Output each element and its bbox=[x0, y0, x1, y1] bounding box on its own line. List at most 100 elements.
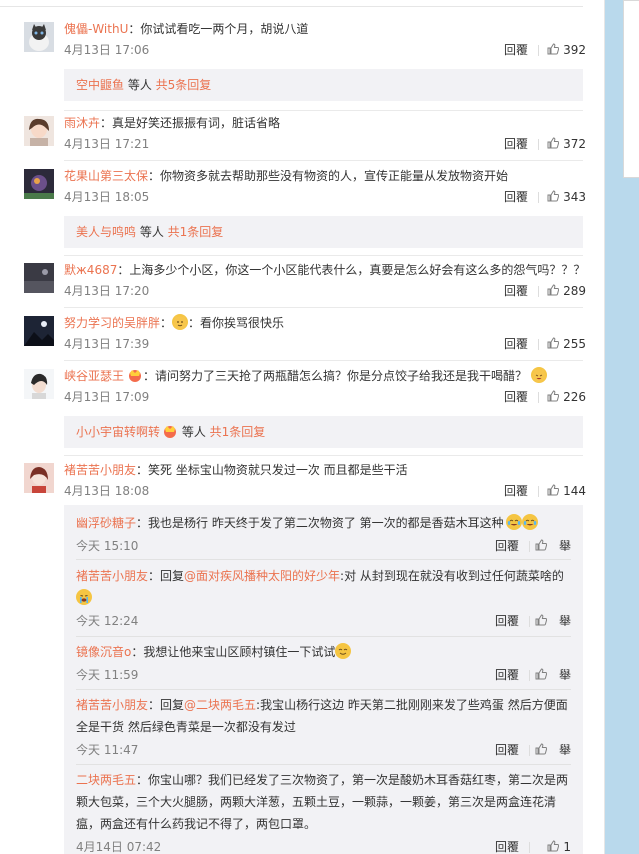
comment-body: ：你物资多就去帮助那些没有物资的人，宣传正能量从发放物资开始 bbox=[148, 169, 509, 183]
more-replies-count[interactable]: 共1条回复 bbox=[210, 425, 266, 439]
comment-body: ：请问努力了三天抢了两瓶醋怎么搞？你是分点饺子给我还是我干喝醋？ bbox=[143, 369, 528, 383]
username-link[interactable]: 努力学习的吴胖胖 bbox=[64, 316, 160, 330]
separator bbox=[538, 45, 539, 56]
comment-time: 4月13日 17:06 bbox=[64, 43, 150, 57]
sub-reply-time: 今天 15:10 bbox=[76, 539, 139, 553]
comment-body: ：上海多少个小区，你这一个小区能代表什么，真要是怎么好会有这么多的怨气吗？？？ bbox=[117, 263, 586, 277]
like-button[interactable]: 226 bbox=[547, 387, 586, 407]
comment-text: 傀儡-WithU：你试试看吃一两个月，胡说八道 bbox=[64, 19, 586, 39]
like-button[interactable] bbox=[535, 740, 551, 760]
like-button[interactable] bbox=[535, 665, 551, 685]
thumbs-up-icon bbox=[535, 743, 547, 755]
more-replies-bar[interactable]: 美人与鸣鸣 等人 共1条回复 bbox=[64, 216, 583, 248]
report-button[interactable]: 舉 bbox=[559, 665, 571, 685]
sub-reply-body: ：我想让他来宝山区顾村镇住一下试试 bbox=[131, 645, 336, 659]
mention-link[interactable]: @面对疾风播种太阳的好少年 bbox=[184, 569, 340, 583]
sub-reply-body: ：你宝山哪？我们已经发了三次物资了，第一次是酸奶木耳香菇红枣，第二次是两颗大包菜… bbox=[76, 773, 569, 831]
report-button[interactable]: 舉 bbox=[559, 611, 571, 631]
username-link[interactable]: 褚苦苦小朋友 bbox=[76, 569, 148, 583]
divider bbox=[64, 455, 583, 456]
comment-meta: 4月13日 17:06 回覆 392 bbox=[64, 40, 586, 60]
username-link[interactable]: 雨沐卉 bbox=[64, 116, 100, 130]
more-replies-bar[interactable]: 小小宇宙转啊转 等人 共1条回复 bbox=[64, 416, 583, 448]
mention-link[interactable]: @二块两毛五 bbox=[184, 698, 256, 712]
sub-reply-time: 今天 12:24 bbox=[76, 614, 139, 628]
reply-button[interactable]: 回覆 bbox=[504, 387, 528, 407]
thumbs-up-icon bbox=[547, 137, 560, 149]
username-link[interactable]: 二块两毛五 bbox=[76, 773, 136, 787]
more-replies-user[interactable]: 空中鼴鱼 bbox=[76, 78, 124, 92]
sub-reply-body: :对 从封到现在就没有收到过任何蔬菜啥的 bbox=[340, 569, 564, 583]
sub-reply-text: 幽浮砂糖子：我也是杨行 昨天终于发了第二次物资了 第一次的都是香菇木耳这种 bbox=[76, 512, 571, 534]
more-replies-user[interactable]: 美人与鸣鸣 bbox=[76, 225, 136, 239]
report-button[interactable]: 舉 bbox=[559, 740, 571, 760]
divider bbox=[64, 307, 583, 308]
like-button[interactable]: 255 bbox=[547, 334, 586, 354]
like-button[interactable] bbox=[535, 536, 551, 556]
like-button[interactable]: 144 bbox=[547, 481, 586, 501]
more-replies-count[interactable]: 共5条回复 bbox=[156, 78, 212, 92]
like-button[interactable]: 392 bbox=[547, 40, 586, 60]
thumbs-up-icon bbox=[547, 484, 560, 496]
more-replies-count[interactable]: 共1条回复 bbox=[168, 225, 224, 239]
avatar[interactable] bbox=[24, 463, 54, 493]
separator bbox=[529, 842, 530, 853]
username-link[interactable]: 花果山第三太保 bbox=[64, 169, 148, 183]
reply-button[interactable]: 回覆 bbox=[504, 334, 528, 354]
comment-time: 4月13日 17:39 bbox=[64, 337, 150, 351]
like-button[interactable]: 343 bbox=[547, 187, 586, 207]
like-count: 1 bbox=[563, 840, 571, 854]
more-replies-user[interactable]: 小小宇宙转啊转 bbox=[76, 425, 160, 439]
like-button[interactable]: 372 bbox=[547, 134, 586, 154]
comment-text: 峡谷亚瑟王 ：请问努力了三天抢了两瓶醋怎么搞？你是分点饺子给我还是我干喝醋？ bbox=[64, 366, 586, 386]
reply-button[interactable]: 回覆 bbox=[504, 40, 528, 60]
username-link[interactable]: 褚苦苦小朋友 bbox=[64, 463, 136, 477]
separator bbox=[529, 616, 530, 627]
sub-reply-time: 今天 11:47 bbox=[76, 743, 139, 757]
crying-face-emoji-icon bbox=[76, 589, 92, 605]
thumbs-up-icon bbox=[535, 539, 547, 551]
comment-body: ：笑死 坐标宝山物资就只发过一次 而且都是些干活 bbox=[136, 463, 408, 477]
sub-reply-text: 褚苦苦小朋友：回复@面对疾风播种太阳的好少年:对 从封到现在就没有收到过任何蔬菜… bbox=[76, 565, 571, 609]
reply-button[interactable]: 回覆 bbox=[495, 837, 519, 854]
separator bbox=[538, 286, 539, 297]
like-button[interactable]: 1 bbox=[547, 837, 571, 854]
comment-time: 4月13日 17:09 bbox=[64, 390, 150, 404]
avatar[interactable] bbox=[24, 369, 54, 399]
avatar[interactable] bbox=[24, 169, 54, 199]
sub-reply-item: 二块两毛五：你宝山哪？我们已经发了三次物资了，第一次是酸奶木耳香菇红枣，第二次是… bbox=[76, 769, 571, 854]
avatar[interactable] bbox=[24, 116, 54, 146]
reply-button[interactable]: 回覆 bbox=[495, 740, 519, 760]
avatar[interactable] bbox=[24, 316, 54, 346]
sub-reply-meta: 今天 15:10 回覆 舉 bbox=[76, 536, 571, 556]
username-link[interactable]: 幽浮砂糖子 bbox=[76, 516, 136, 530]
username-link[interactable]: 褚苦苦小朋友 bbox=[76, 698, 148, 712]
sub-reply-meta: 今天 11:59 回覆 舉 bbox=[76, 665, 571, 685]
username-link[interactable]: 默ж4687 bbox=[64, 263, 117, 277]
smile-emoji-icon bbox=[335, 643, 352, 659]
reply-button[interactable]: 回覆 bbox=[504, 281, 528, 301]
divider bbox=[64, 110, 583, 111]
avatar[interactable] bbox=[24, 22, 54, 52]
username-link[interactable]: 镜像沉音o bbox=[76, 645, 131, 659]
reply-button[interactable]: 回覆 bbox=[504, 481, 528, 501]
like-button[interactable] bbox=[535, 611, 551, 631]
like-count: 372 bbox=[563, 137, 586, 151]
sub-reply-item: 镜像沉音o：我想让他来宝山区顾村镇住一下试试 今天 11:59 回覆 舉 bbox=[76, 641, 571, 685]
sub-reply-body: ：我也是杨行 昨天终于发了第二次物资了 第一次的都是香菇木耳这种 bbox=[136, 516, 504, 530]
divider bbox=[64, 360, 583, 361]
reply-button[interactable]: 回覆 bbox=[495, 536, 519, 556]
more-replies-bar[interactable]: 空中鼴鱼 等人 共5条回复 bbox=[64, 69, 583, 101]
username-link[interactable]: 峡谷亚瑟王 bbox=[64, 369, 124, 383]
avatar[interactable] bbox=[24, 263, 54, 293]
more-replies-text: 等人 bbox=[124, 78, 156, 92]
like-button[interactable]: 289 bbox=[547, 281, 586, 301]
reply-button[interactable]: 回覆 bbox=[495, 665, 519, 685]
reply-button[interactable]: 回覆 bbox=[495, 611, 519, 631]
comment-meta: 4月13日 17:21 回覆 372 bbox=[64, 134, 586, 154]
username-link[interactable]: 傀儡-WithU bbox=[64, 22, 128, 36]
report-button[interactable]: 舉 bbox=[559, 536, 571, 556]
reply-button[interactable]: 回覆 bbox=[504, 187, 528, 207]
reply-button[interactable]: 回覆 bbox=[504, 134, 528, 154]
divider bbox=[64, 255, 583, 256]
